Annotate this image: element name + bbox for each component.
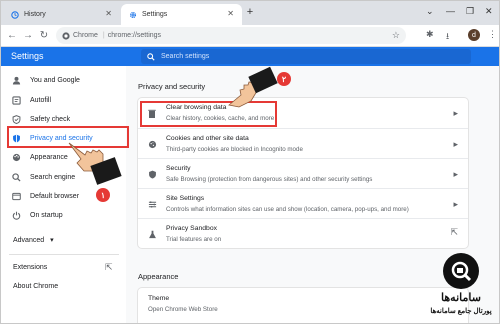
search-icon [9, 173, 23, 182]
chevron-down-icon: ▾ [50, 237, 54, 244]
toolbar: ← → ↻ Chrome | chrome://settings ☆ ✱ ⭳ d… [1, 25, 499, 47]
row-theme[interactable]: Theme Open Chrome Web Store [138, 288, 468, 318]
arrow-right-icon: ▸ [453, 199, 458, 209]
row-site-settings[interactable]: Site Settings Controls what information … [138, 188, 468, 218]
sidebar-item-label: On startup [30, 212, 63, 219]
tab-settings[interactable]: Settings ✕ [121, 4, 242, 25]
power-icon [9, 211, 23, 220]
search-placeholder: Search settings [161, 53, 210, 60]
watermark-logo: سامانه‌ها پورتال جامع سامانه‌ها [421, 251, 499, 323]
sidebar-item-about-chrome[interactable]: About Chrome [13, 283, 58, 290]
sidebar-item-label: Default browser [30, 193, 80, 200]
settings-header: Settings Search settings [1, 47, 499, 66]
appearance-card: Theme Open Chrome Web Store [138, 288, 468, 323]
flask-icon [147, 229, 157, 239]
row-subtitle: Third-party cookies are blocked in Incog… [166, 146, 303, 153]
about-chrome-label: About Chrome [13, 283, 59, 290]
downloads-icon[interactable]: ⭳ [446, 29, 449, 45]
row-privacy-sandbox[interactable]: Privacy Sandbox Trial features are on ⇱ [138, 218, 468, 248]
address-bar[interactable]: Chrome | chrome://settings ☆ [56, 27, 406, 44]
forward-icon[interactable]: → [21, 28, 35, 42]
step-badge-2: ٢ [277, 72, 291, 86]
url-text: chrome://settings [107, 32, 162, 39]
minimize-icon[interactable]: — [446, 6, 455, 16]
advanced-label: Advanced [13, 237, 45, 244]
row-title: Privacy Sandbox [166, 225, 218, 232]
watermark-icon [443, 253, 479, 289]
palette-icon [9, 153, 23, 162]
section-title-appearance: Appearance [138, 272, 179, 281]
extensions-label: Extensions [13, 264, 48, 271]
search-input[interactable]: Search settings [141, 49, 471, 64]
sidebar-item-label: Appearance [30, 154, 68, 161]
sidebar-item-label: Safety check [30, 116, 71, 123]
row-subtitle: Trial features are on [166, 236, 222, 243]
row-title: Security [166, 165, 191, 172]
step-badge-1: ١ [96, 188, 110, 202]
arrow-right-icon: ▸ [453, 169, 458, 179]
row-title: Cookies and other site data [166, 135, 249, 142]
sidebar-item-extensions[interactable]: Extensions [13, 264, 47, 271]
shield-check-icon [9, 115, 23, 124]
chevron-down-icon[interactable]: ⌄ [426, 6, 434, 17]
open-external-icon: ⇱ [450, 227, 458, 237]
avatar[interactable]: d [468, 29, 480, 41]
row-title: Site Settings [166, 195, 205, 202]
sidebar-advanced[interactable]: Advanced ▾ [13, 236, 54, 244]
tab-history-label: History [24, 11, 46, 18]
sidebar-item-you-and-google[interactable]: You and Google [1, 71, 126, 90]
row-subtitle: Safe Browsing (protection from dangerous… [166, 176, 373, 183]
row-security[interactable]: Security Safe Browsing (protection from … [138, 158, 468, 188]
sidebar-item-autofill[interactable]: Autofill [1, 91, 126, 110]
chrome-logo-icon [62, 31, 70, 40]
watermark-subtitle: پورتال جامع سامانه‌ها [430, 308, 492, 315]
row-cookies[interactable]: Cookies and other site data Third-party … [138, 128, 468, 158]
close-tab-icon[interactable]: ✕ [227, 10, 234, 18]
cookie-icon [147, 139, 157, 149]
section-title: Privacy and security [138, 82, 206, 91]
tab-history[interactable]: History ✕ [3, 4, 120, 25]
back-icon[interactable]: ← [5, 28, 19, 42]
tab-settings-label: Settings [142, 11, 168, 18]
browser-window: History ✕ Settings ✕ + ⌄ — ❐ ✕ ← → ↻ Chr… [0, 0, 500, 324]
separator: | [102, 32, 105, 39]
autofill-icon [9, 96, 23, 105]
menu-kebab-icon[interactable]: ⋮ [488, 29, 497, 40]
security-shield-icon [147, 169, 157, 179]
sliders-icon [147, 199, 157, 209]
new-tab-button[interactable]: + [244, 6, 256, 18]
history-icon [11, 10, 19, 19]
bookmark-star-icon[interactable]: ☆ [392, 30, 400, 41]
gear-icon [129, 11, 137, 19]
close-tab-icon[interactable]: ✕ [105, 10, 112, 18]
restore-icon[interactable]: ❐ [466, 6, 474, 17]
row-subtitle: Controls what information sites can use … [166, 206, 409, 213]
sidebar-item-on-startup[interactable]: On startup [1, 206, 126, 225]
person-icon [9, 76, 23, 85]
row-subtitle: Open Chrome Web Store [148, 306, 218, 313]
row-title: Theme [148, 295, 170, 302]
arrow-right-icon: ▸ [453, 108, 458, 118]
page-title: Settings [11, 51, 44, 61]
tab-strip: History ✕ Settings ✕ + ⌄ — ❐ ✕ [1, 1, 499, 25]
extensions-puzzle-icon[interactable]: ✱ [426, 29, 434, 40]
reload-icon[interactable]: ↻ [37, 28, 51, 42]
arrow-right-icon: ▸ [453, 139, 458, 149]
open-external-icon[interactable]: ⇱ [105, 262, 113, 273]
site-label: Chrome [73, 32, 98, 39]
sidebar-item-label: You and Google [30, 77, 80, 84]
sidebar-item-label: Autofill [30, 97, 52, 104]
watermark-title: سامانه‌ها [441, 292, 481, 304]
divider [9, 254, 119, 255]
close-window-icon[interactable]: ✕ [485, 6, 493, 17]
browser-icon [9, 192, 23, 201]
search-icon [147, 52, 155, 61]
